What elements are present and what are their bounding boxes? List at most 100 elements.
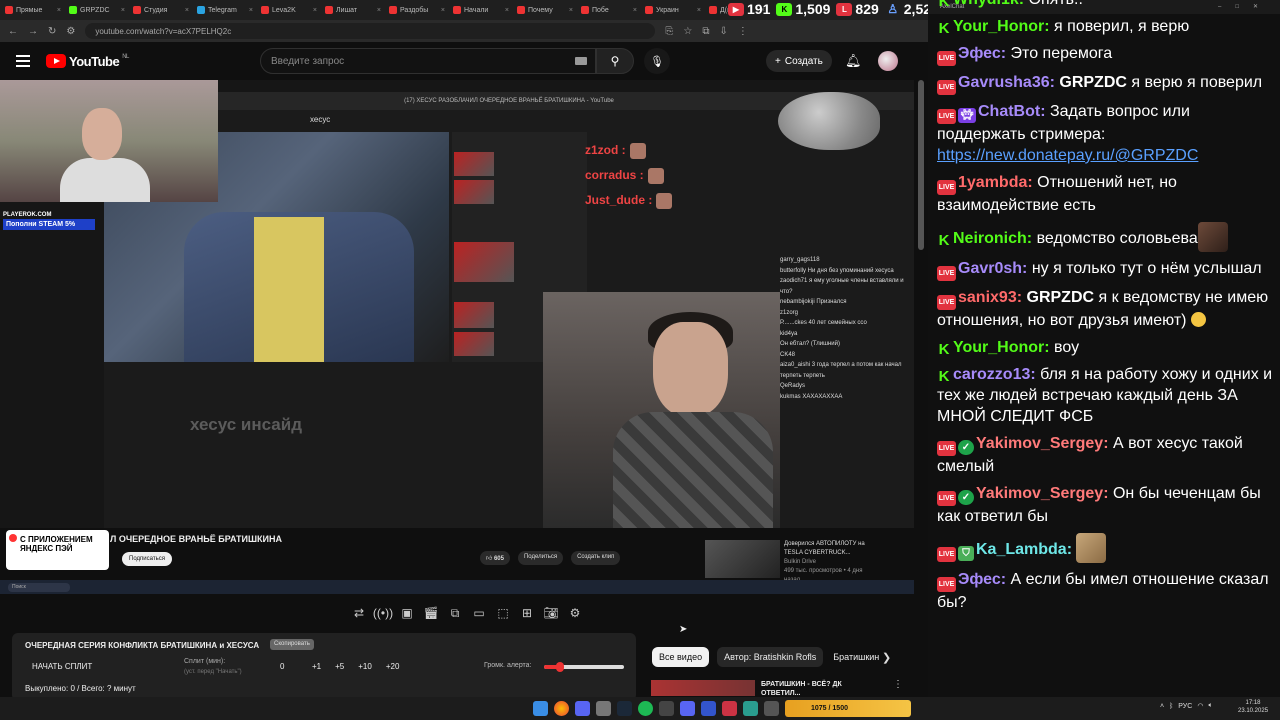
back-icon[interactable]: ← <box>8 26 18 37</box>
tab-close-icon[interactable]: × <box>121 7 125 14</box>
more-vert-icon[interactable]: ⋮ <box>893 679 903 690</box>
obs-icon[interactable] <box>659 701 674 716</box>
search-input[interactable]: Введите запрос <box>260 48 596 74</box>
youtube-logo[interactable]: YouTube NL <box>46 54 129 69</box>
chat-nickname[interactable]: Whydi1k: <box>953 0 1024 8</box>
spotify-icon[interactable] <box>638 701 653 716</box>
page-scrollbar[interactable] <box>918 80 924 250</box>
clapperboard-icon[interactable]: 🎬︎ <box>422 604 440 622</box>
reload-icon[interactable]: ↻ <box>48 26 56 37</box>
increment-button[interactable]: +20 <box>386 662 400 671</box>
forward-icon[interactable]: → <box>28 26 38 37</box>
taskbar-card[interactable]: 1075 / 1500 <box>785 700 911 717</box>
browser-tab[interactable]: Побе × <box>578 2 640 18</box>
chat-nickname[interactable]: Yakimov_Sergey: <box>976 435 1109 452</box>
chip-all-videos[interactable]: Все видео <box>652 647 710 667</box>
discord2-icon[interactable] <box>680 701 695 716</box>
theater-mode-icon[interactable]: ▭ <box>470 604 488 622</box>
bluetooth-icon[interactable]: ᛒ <box>1169 703 1173 710</box>
chat-nickname[interactable]: Your_Honor: <box>953 18 1050 35</box>
frame-icon[interactable]: ⬚ <box>494 604 512 622</box>
tune-icon[interactable]: ⚙ <box>66 26 75 37</box>
loop-icon[interactable]: ⇄ <box>350 604 368 622</box>
chip-bratishkin[interactable]: Братишкин <box>831 647 881 667</box>
chrome-icon[interactable] <box>554 701 569 716</box>
hamburger-menu-icon[interactable] <box>16 55 30 67</box>
discord-icon[interactable] <box>575 701 590 716</box>
start-split-button[interactable]: НАЧАТЬ СПЛИТ <box>32 662 92 671</box>
settings-gear-icon[interactable]: ⚙ <box>566 604 584 622</box>
app4-icon[interactable] <box>764 701 779 716</box>
recommended-title[interactable]: БРАТИШКИН - ВСЁ? ДК ОТВЕТИЛ... <box>761 680 842 698</box>
start-icon[interactable] <box>533 701 548 716</box>
add-box-icon[interactable]: ⊞ <box>518 604 536 622</box>
tab-close-icon[interactable]: × <box>313 7 317 14</box>
recommended-thumbnail[interactable] <box>651 680 755 696</box>
bookmark-icon[interactable]: ☆ <box>683 26 692 37</box>
language-indicator[interactable]: РУС <box>1178 703 1192 710</box>
notifications-bell-icon[interactable]: 🔔︎ <box>845 53 862 69</box>
chat-nickname[interactable]: Эфес: <box>958 571 1006 588</box>
keyboard-icon[interactable] <box>575 57 587 65</box>
tab-close-icon[interactable]: × <box>57 7 61 14</box>
volume-icon[interactable]: 🔈︎ <box>1208 702 1212 710</box>
chip-author[interactable]: Автор: Bratishkin Rofls <box>717 647 824 667</box>
search-button[interactable]: ⚲ <box>596 48 634 74</box>
tab-close-icon[interactable]: × <box>377 7 381 14</box>
tab-close-icon[interactable]: × <box>249 7 253 14</box>
account-avatar[interactable] <box>878 51 898 71</box>
copy-button[interactable]: Скопировать <box>270 639 314 650</box>
increment-button[interactable]: +5 <box>335 662 344 671</box>
tab-close-icon[interactable]: × <box>505 7 509 14</box>
browser-tab[interactable]: Раздобы × <box>386 2 448 18</box>
audio-icon[interactable]: ((•)) <box>373 604 393 622</box>
chevron-up-icon[interactable]: ˄ <box>1160 703 1164 710</box>
browser-tab[interactable]: Telegram × <box>194 2 256 18</box>
tab-close-icon[interactable]: × <box>633 7 637 14</box>
download-icon[interactable]: ⇩ <box>719 26 727 37</box>
menu-icon[interactable]: ⋮ <box>738 26 748 37</box>
chat-nickname[interactable]: Your_Honor: <box>953 339 1050 356</box>
chat-nickname[interactable]: Ka_Lambda: <box>976 541 1072 558</box>
screenshot-settings-icon[interactable]: ▣ <box>398 604 416 622</box>
increment-button[interactable]: +10 <box>358 662 372 671</box>
folder-icon[interactable] <box>596 701 611 716</box>
chat-nickname[interactable]: Gavr0sh: <box>958 260 1027 277</box>
camera-icon[interactable]: 📷︎ <box>542 604 560 622</box>
browser-tab[interactable]: Почему × <box>514 2 576 18</box>
chat-nickname[interactable]: carozzo13: <box>953 366 1036 383</box>
browser-tab[interactable]: GRPZDC × <box>66 2 128 18</box>
browser-tab[interactable]: Leva2K × <box>258 2 320 18</box>
clock[interactable]: 17:18 23.10.2025 <box>1238 699 1268 715</box>
url-field[interactable]: youtube.com/watch?v=acX7PELHQ2c <box>85 23 656 39</box>
chat-nickname[interactable]: Gavrusha36: <box>958 74 1055 91</box>
browser-tab[interactable]: Лишат × <box>322 2 384 18</box>
app2-icon[interactable] <box>722 701 737 716</box>
create-button[interactable]: + Создать <box>766 50 832 72</box>
tab-close-icon[interactable]: × <box>697 7 701 14</box>
chevron-right-icon[interactable]: ❯ <box>882 651 891 664</box>
chat-nickname[interactable]: 1yambda: <box>958 174 1033 191</box>
split-minutes-input[interactable]: 0 <box>280 662 284 671</box>
chat-nickname[interactable]: Эфес: <box>958 45 1006 62</box>
browser-tab[interactable]: Начали × <box>450 2 512 18</box>
chat-nickname[interactable]: Neironich: <box>953 230 1032 247</box>
chat-nickname[interactable]: Yakimov_Sergey: <box>976 485 1109 502</box>
chat-nickname[interactable]: sanix93: <box>958 289 1022 306</box>
voice-search-button[interactable]: 🎙 <box>644 48 670 74</box>
browser-tab[interactable]: Студия × <box>130 2 192 18</box>
alert-volume-slider[interactable] <box>544 662 624 672</box>
picture-in-picture-icon[interactable]: ⧉ <box>446 604 464 622</box>
chat-nickname[interactable]: ChatBot: <box>978 103 1046 120</box>
translate-icon[interactable]: ⎘ <box>665 26 673 37</box>
steam-icon[interactable] <box>617 701 632 716</box>
increment-button[interactable]: +1 <box>312 662 321 671</box>
browser-tab[interactable]: Украин × <box>642 2 704 18</box>
volume-knob[interactable] <box>556 662 564 672</box>
app3-icon[interactable] <box>743 701 758 716</box>
tab-close-icon[interactable]: × <box>569 7 573 14</box>
extensions-icon[interactable]: ⧉ <box>702 26 709 37</box>
chat-link[interactable]: https://new.donatepay.ru/@GRPZDC <box>937 147 1198 164</box>
app-icon[interactable] <box>701 701 716 716</box>
wifi-icon[interactable]: ◠ <box>1197 702 1203 710</box>
